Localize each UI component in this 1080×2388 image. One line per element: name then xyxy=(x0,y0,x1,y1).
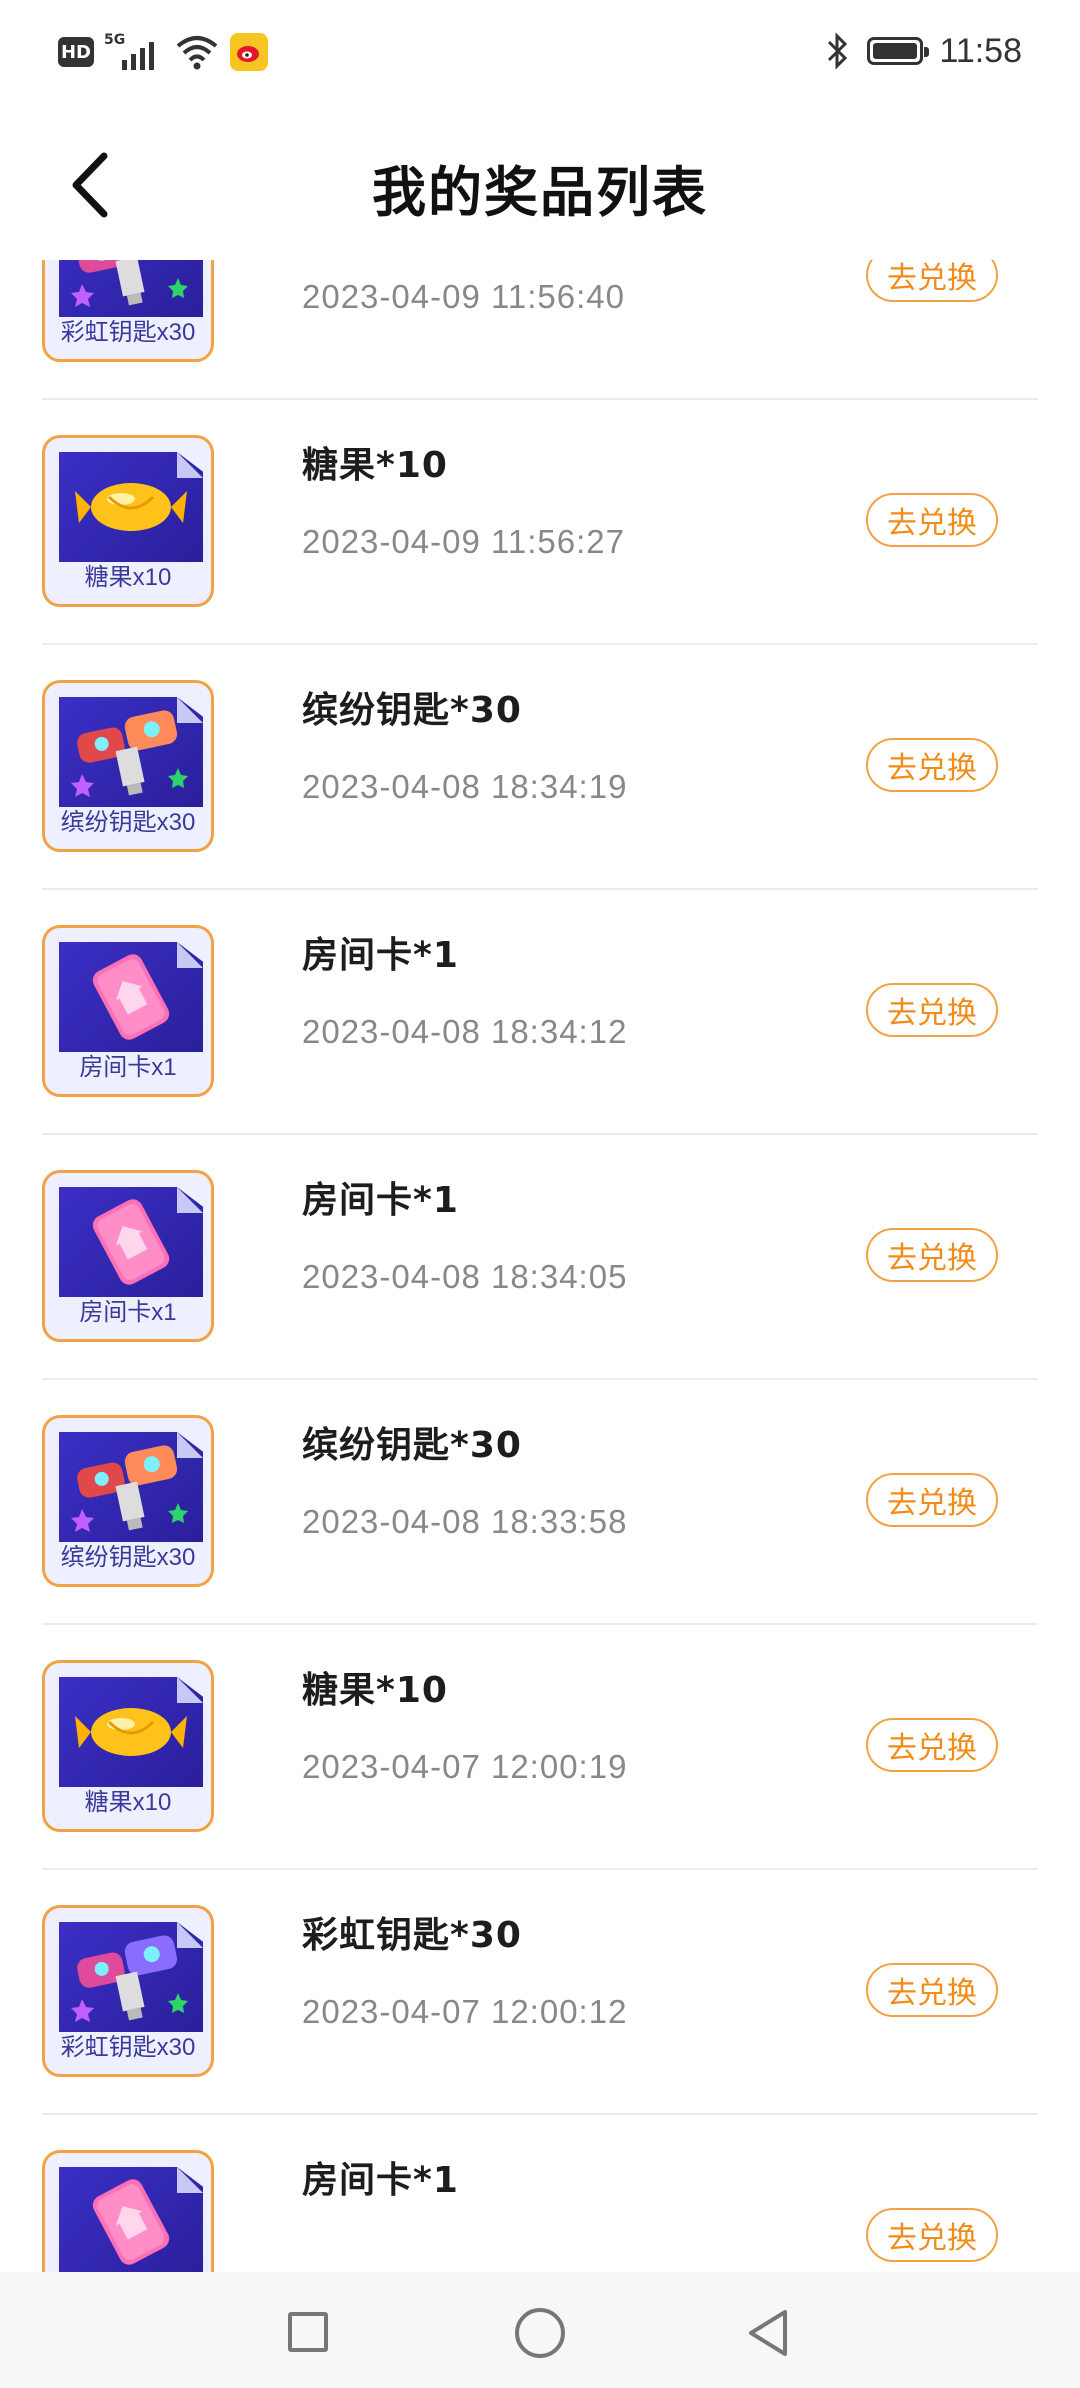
recent-apps-button[interactable] xyxy=(288,2312,328,2352)
prize-list-item: 彩虹钥匙x30 彩虹钥匙*30 2023-04-07 12:00:12 去兑换 xyxy=(42,1870,1038,2115)
prize-thumbnail: 糖果x10 xyxy=(42,1660,214,1832)
prize-time: 2023-04-08 18:33:58 xyxy=(302,1503,628,1540)
prize-thumbnail-caption: 房间卡x1 xyxy=(79,1054,177,1081)
prize-time: 2023-04-07 12:00:19 xyxy=(302,1748,628,1785)
prize-name: 糖果*10 xyxy=(302,1670,448,1711)
prize-name: 房间卡*1 xyxy=(302,935,459,976)
prize-time: 2023-04-09 11:56:27 xyxy=(302,523,625,560)
home-button[interactable] xyxy=(515,2308,565,2358)
prize-name: 缤纷钥匙*30 xyxy=(302,690,522,731)
redeem-button[interactable]: 去兑换 xyxy=(866,738,998,792)
prize-thumbnail-caption: 糖果x10 xyxy=(84,1789,172,1816)
prize-thumbnail-caption: 房间卡x1 xyxy=(79,1299,177,1326)
back-nav-button[interactable] xyxy=(745,2308,791,2358)
rainbow-key-icon xyxy=(59,260,203,317)
room-card-icon xyxy=(59,2167,203,2272)
prize-name: 房间卡*1 xyxy=(302,2160,459,2201)
prize-thumbnail-caption: 糖果x10 xyxy=(84,564,172,591)
prize-thumbnail-caption: 缤纷钥匙x30 xyxy=(60,809,196,836)
system-nav-bar xyxy=(0,2272,1080,2388)
redeem-button[interactable]: 去兑换 xyxy=(866,2208,998,2262)
status-left: HD 5G xyxy=(58,32,268,72)
redeem-button[interactable]: 去兑换 xyxy=(866,260,998,302)
colorful-key-icon xyxy=(59,1432,203,1542)
prize-thumbnail-caption: 彩虹钥匙x30 xyxy=(60,2034,196,2061)
bluetooth-icon xyxy=(828,32,848,70)
prize-time: 2023-04-07 12:00:12 xyxy=(302,1993,628,2030)
prize-list-item: 彩虹钥匙x30彩虹钥匙*302023-04-09 11:56:40去兑换 xyxy=(42,260,1038,400)
app-header: 我的奖品列表 xyxy=(0,110,1080,260)
page-title: 我的奖品列表 xyxy=(372,161,708,224)
prize-list-item: 糖果x10 糖果*10 2023-04-07 12:00:19 去兑换 xyxy=(42,1625,1038,1870)
redeem-button[interactable]: 去兑换 xyxy=(866,493,998,547)
colorful-key-icon xyxy=(59,697,203,807)
status-right: 11:58 xyxy=(825,30,1022,72)
prize-name: 房间卡*1 xyxy=(302,1180,459,1221)
prize-list[interactable]: 彩虹钥匙x30彩虹钥匙*302023-04-09 11:56:40去兑换糖果x1… xyxy=(0,260,1080,2272)
prize-name: 糖果*10 xyxy=(302,445,448,486)
prize-time: 2023-04-08 18:34:05 xyxy=(302,1258,628,1295)
prize-time: 2023-04-08 18:34:19 xyxy=(302,768,628,805)
prize-thumbnail xyxy=(42,2150,214,2272)
weibo-notification-icon xyxy=(230,33,268,71)
redeem-button[interactable]: 去兑换 xyxy=(866,1718,998,1772)
prize-list-item: 缤纷钥匙x30 缤纷钥匙*30 2023-04-08 18:34:19 去兑换 xyxy=(42,645,1038,890)
prize-thumbnail: 彩虹钥匙x30 xyxy=(42,260,214,362)
prize-list-item: 房间卡x1 房间卡*1 2023-04-08 18:34:12 去兑换 xyxy=(42,890,1038,1135)
redeem-button[interactable]: 去兑换 xyxy=(866,1963,998,2017)
prize-list-item: 房间卡*1 去兑换 xyxy=(42,2115,1038,2272)
prize-thumbnail: 缤纷钥匙x30 xyxy=(42,1415,214,1587)
prize-thumbnail: 彩虹钥匙x30 xyxy=(42,1905,214,2077)
room-card-icon xyxy=(59,1187,203,1297)
room-card-icon xyxy=(59,942,203,1052)
prize-thumbnail-caption: 彩虹钥匙x30 xyxy=(60,319,196,346)
status-time: 11:58 xyxy=(939,31,1022,70)
prize-thumbnail: 房间卡x1 xyxy=(42,925,214,1097)
prize-thumbnail: 糖果x10 xyxy=(42,435,214,607)
candy-icon xyxy=(59,1677,203,1787)
status-bar: HD 5G 11:58 xyxy=(0,0,1080,110)
prize-list-item: 糖果x10 糖果*10 2023-04-09 11:56:27 去兑换 xyxy=(42,400,1038,645)
prize-thumbnail-caption: 缤纷钥匙x30 xyxy=(60,1544,196,1571)
rainbow-key-icon xyxy=(59,1922,203,2032)
wifi-icon xyxy=(176,36,218,70)
prize-list-item: 房间卡x1 房间卡*1 2023-04-08 18:34:05 去兑换 xyxy=(42,1135,1038,1380)
prize-time: 2023-04-08 18:34:12 xyxy=(302,1013,628,1050)
prize-time: 2023-04-09 11:56:40 xyxy=(302,278,625,315)
redeem-button[interactable]: 去兑换 xyxy=(866,1473,998,1527)
prize-thumbnail: 缤纷钥匙x30 xyxy=(42,680,214,852)
prize-name: 彩虹钥匙*30 xyxy=(302,1915,522,1956)
prize-thumbnail: 房间卡x1 xyxy=(42,1170,214,1342)
redeem-button[interactable]: 去兑换 xyxy=(866,1228,998,1282)
cellular-signal-icon: 5G xyxy=(104,32,164,72)
prize-name: 缤纷钥匙*30 xyxy=(302,1425,522,1466)
redeem-button[interactable]: 去兑换 xyxy=(866,983,998,1037)
battery-icon xyxy=(867,37,930,65)
hd-badge: HD xyxy=(58,37,94,67)
prize-list-item: 缤纷钥匙x30 缤纷钥匙*30 2023-04-08 18:33:58 去兑换 xyxy=(42,1380,1038,1625)
candy-icon xyxy=(59,452,203,562)
